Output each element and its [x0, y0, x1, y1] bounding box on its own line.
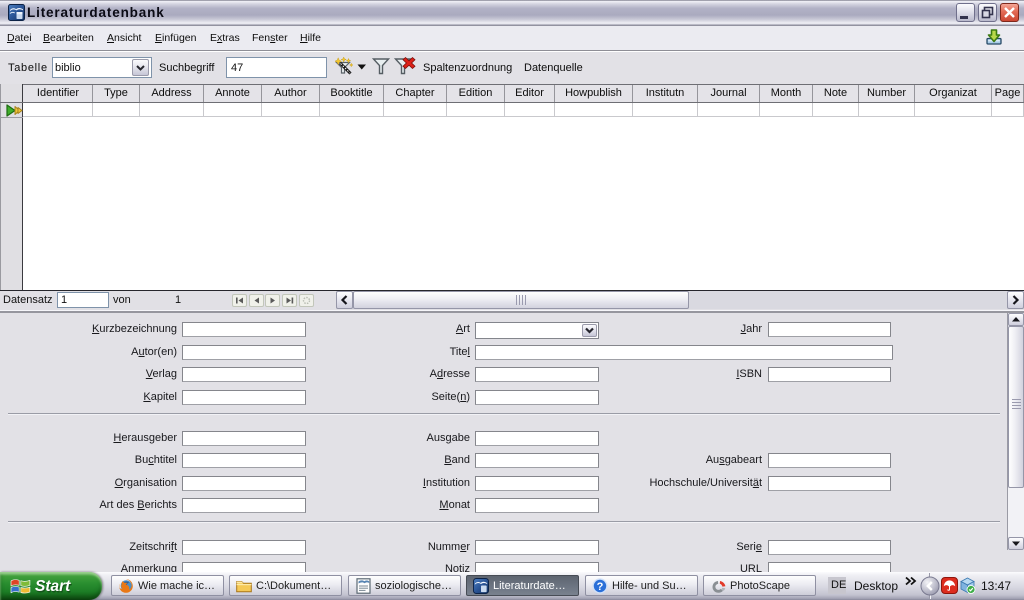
svg-text:?: ?	[597, 581, 604, 593]
